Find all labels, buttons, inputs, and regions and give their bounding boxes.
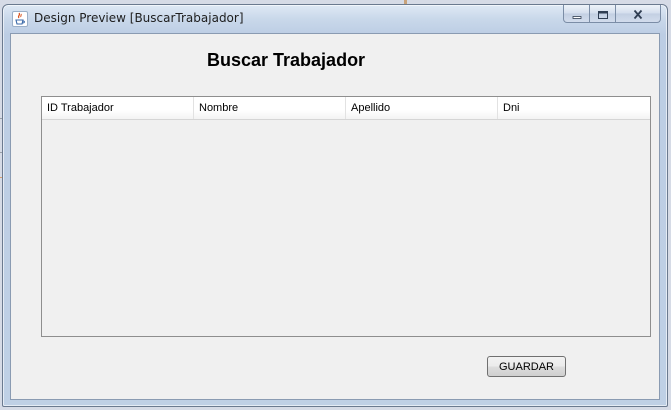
window-controls [563, 5, 661, 24]
workers-table[interactable]: ID Trabajador Nombre Apellido Dni [41, 96, 651, 337]
java-cup-icon[interactable] [12, 11, 28, 27]
table-body[interactable] [42, 120, 650, 336]
save-button[interactable]: GUARDAR [487, 356, 566, 377]
column-header-apellido[interactable]: Apellido [346, 97, 498, 119]
column-header-nombre[interactable]: Nombre [194, 97, 346, 119]
close-button[interactable] [616, 5, 661, 23]
minimize-button[interactable] [563, 5, 590, 23]
column-header-dni[interactable]: Dni [498, 97, 650, 119]
minimize-icon [572, 4, 582, 23]
maximize-icon [597, 4, 608, 23]
title-bar[interactable]: Design Preview [BuscarTrabajador] [3, 5, 667, 33]
form-panel: Buscar Trabajador ID Trabajador Nombre A… [10, 33, 660, 400]
close-icon [633, 4, 644, 23]
window-title: Design Preview [BuscarTrabajador] [34, 11, 244, 25]
maximize-button[interactable] [590, 5, 616, 23]
app-window: Design Preview [BuscarTrabajador] Buscar… [2, 4, 668, 407]
page-title: Buscar Trabajador [207, 50, 366, 70]
table-header: ID Trabajador Nombre Apellido Dni [42, 97, 650, 120]
column-header-id[interactable]: ID Trabajador [42, 97, 194, 119]
